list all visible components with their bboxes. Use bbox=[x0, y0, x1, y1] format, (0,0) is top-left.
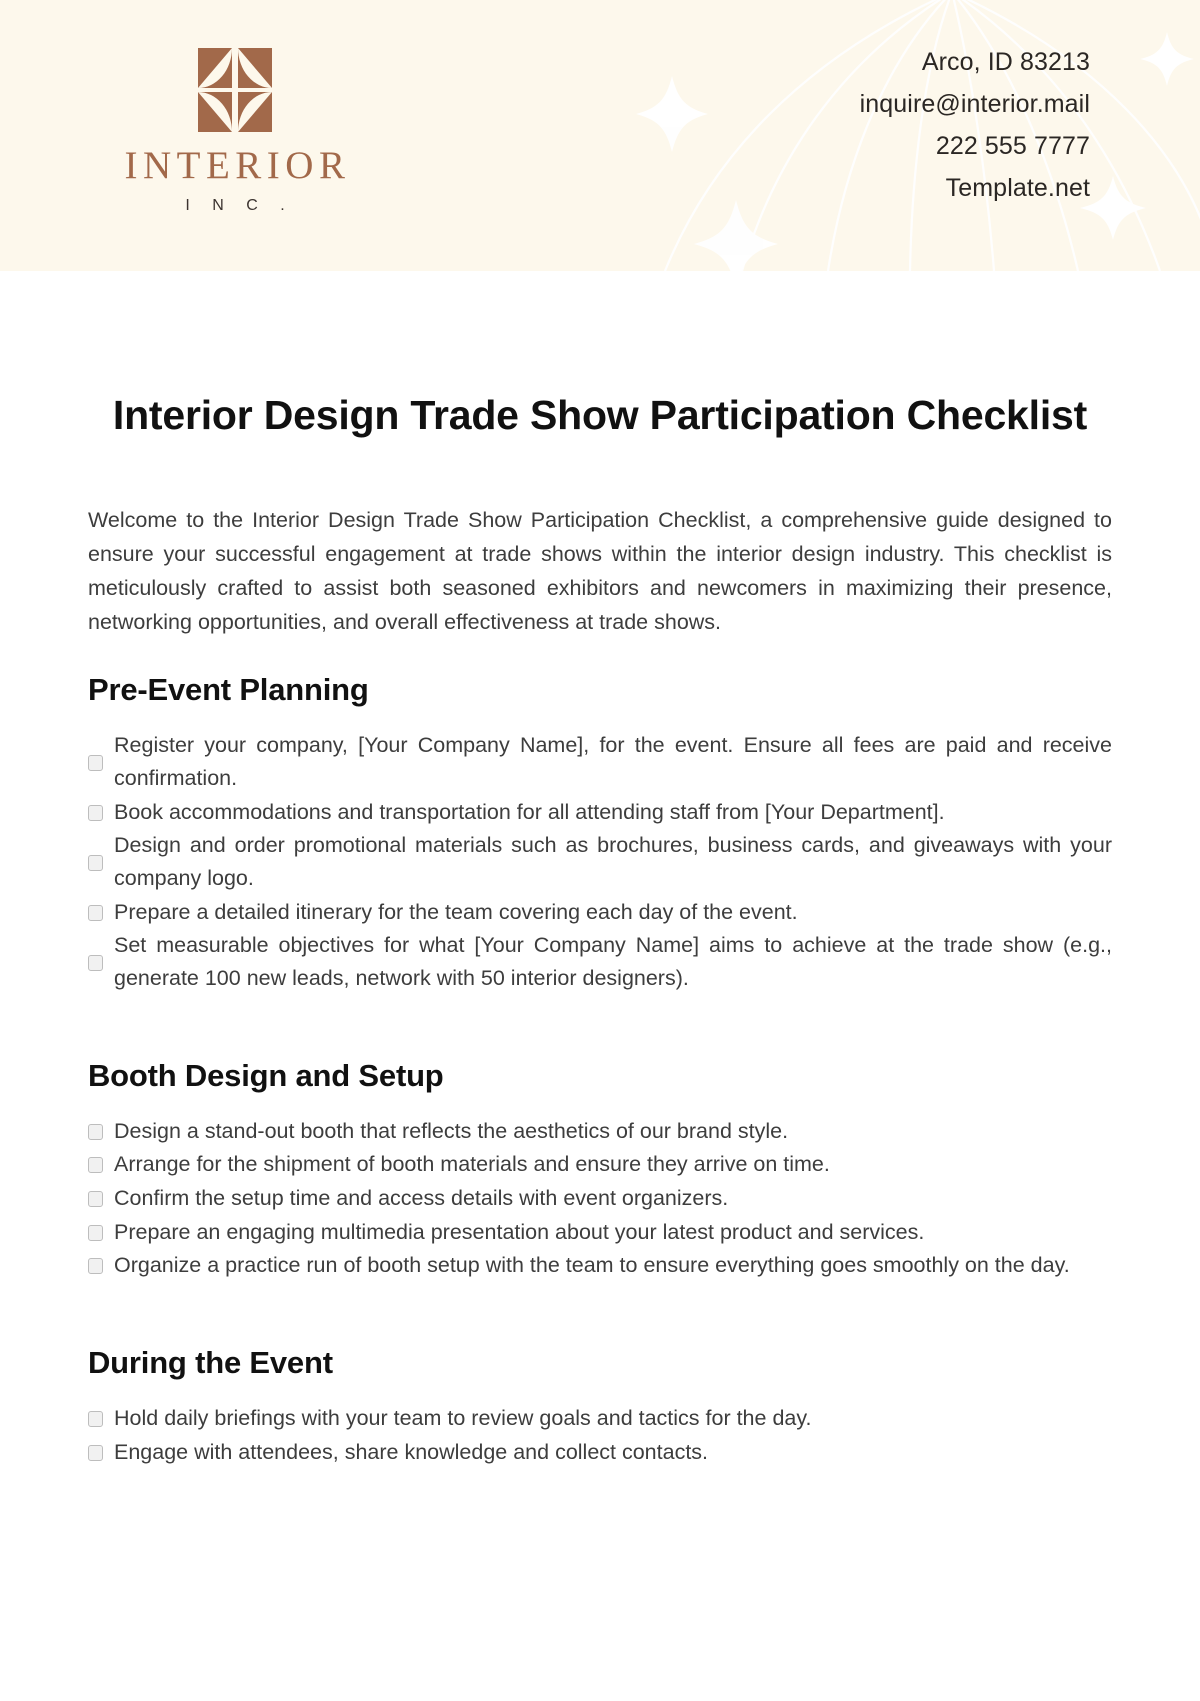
checklist-item[interactable]: Register your company, [Your Company Nam… bbox=[88, 729, 1112, 794]
checklist-item[interactable]: Prepare an engaging multimedia presentat… bbox=[88, 1216, 1112, 1249]
checklist-item[interactable]: Design and order promotional materials s… bbox=[88, 829, 1112, 894]
brand-suffix: I N C . bbox=[185, 197, 294, 214]
checkbox-icon[interactable] bbox=[88, 754, 103, 771]
section-heading-during-the-event: During the Event bbox=[88, 1345, 333, 1381]
checklist-pre-event-planning: Register your company, [Your Company Nam… bbox=[88, 729, 1112, 994]
checklist-item-label: Prepare a detailed itinerary for the tea… bbox=[114, 899, 798, 924]
section-heading-booth-design-and-setup: Booth Design and Setup bbox=[88, 1057, 444, 1093]
checklist-item-label: Prepare an engaging multimedia presentat… bbox=[114, 1219, 925, 1244]
contact-phone: 222 555 7777 bbox=[935, 132, 1090, 160]
checklist-item[interactable]: Engage with attendees, share knowledge a… bbox=[88, 1436, 1112, 1469]
contact-website[interactable]: Template.net bbox=[860, 176, 1090, 201]
checklist-item-label: Design a stand-out booth that reflects t… bbox=[114, 1118, 789, 1143]
checklist-item[interactable]: Hold daily briefings with your team to r… bbox=[88, 1402, 1112, 1435]
checkbox-icon[interactable] bbox=[88, 854, 103, 871]
checkbox-icon[interactable] bbox=[88, 1224, 103, 1241]
brand-name: INTERIOR bbox=[124, 144, 351, 187]
checkbox-icon[interactable] bbox=[88, 1123, 103, 1140]
checklist-item[interactable]: Organize a practice run of booth setup w… bbox=[88, 1249, 1112, 1282]
page-title: Interior Design Trade Show Participation… bbox=[112, 392, 1088, 438]
checklist-booth-design-and-setup: Design a stand-out booth that reflects t… bbox=[88, 1115, 1112, 1282]
intro-paragraph: Welcome to the Interior Design Trade Sho… bbox=[88, 508, 1112, 635]
contact-email[interactable]: inquire@interior.mail bbox=[860, 92, 1090, 117]
checklist-item[interactable]: Design a stand-out booth that reflects t… bbox=[88, 1115, 1112, 1148]
checkbox-icon[interactable] bbox=[88, 1410, 103, 1427]
checklist-item[interactable]: Set measurable objectives for what [Your… bbox=[88, 929, 1112, 994]
checklist-item-label: Hold daily briefings with your team to r… bbox=[114, 1406, 812, 1431]
section-heading-pre-event-planning: Pre-Event Planning bbox=[88, 672, 369, 708]
checklist-item-label: Book accommodations and transportation f… bbox=[114, 799, 945, 824]
checkbox-icon[interactable] bbox=[88, 1444, 103, 1461]
document-body: Interior Design Trade Show Participation… bbox=[0, 389, 1200, 1468]
checklist-item[interactable]: Arrange for the shipment of booth materi… bbox=[88, 1148, 1112, 1181]
checklist-item[interactable]: Book accommodations and transportation f… bbox=[88, 796, 1112, 829]
checkbox-icon[interactable] bbox=[88, 804, 103, 821]
checklist-item-label: Engage with attendees, share knowledge a… bbox=[114, 1439, 709, 1464]
checklist-during-the-event: Hold daily briefings with your team to r… bbox=[88, 1402, 1112, 1468]
checklist-item-label: Register your company, [Your Company Nam… bbox=[114, 733, 1112, 791]
contact-block: Arco, ID 83213 inquire@interior.mail 222… bbox=[860, 50, 1090, 201]
brand-logo: INTERIOR I N C . bbox=[110, 48, 360, 215]
checklist-item-label: Set measurable objectives for what [Your… bbox=[114, 933, 1112, 991]
interior-logo-mark-icon bbox=[198, 48, 272, 132]
checkbox-icon[interactable] bbox=[88, 1258, 103, 1275]
page-header: INTERIOR I N C . Arco, ID 83213 inquire@… bbox=[0, 0, 1200, 271]
checklist-item[interactable]: Confirm the setup time and access detail… bbox=[88, 1182, 1112, 1215]
checklist-item-label: Confirm the setup time and access detail… bbox=[114, 1186, 729, 1211]
checkbox-icon[interactable] bbox=[88, 904, 103, 921]
checkbox-icon[interactable] bbox=[88, 954, 103, 971]
checklist-item-label: Arrange for the shipment of booth materi… bbox=[114, 1152, 830, 1177]
contact-address: Arco, ID 83213 bbox=[921, 48, 1090, 76]
checkbox-icon[interactable] bbox=[88, 1157, 103, 1174]
checklist-item-label: Organize a practice run of booth setup w… bbox=[114, 1253, 1070, 1278]
checklist-item[interactable]: Prepare a detailed itinerary for the tea… bbox=[88, 896, 1112, 929]
checkbox-icon[interactable] bbox=[88, 1190, 103, 1207]
checklist-item-label: Design and order promotional materials s… bbox=[114, 833, 1112, 891]
